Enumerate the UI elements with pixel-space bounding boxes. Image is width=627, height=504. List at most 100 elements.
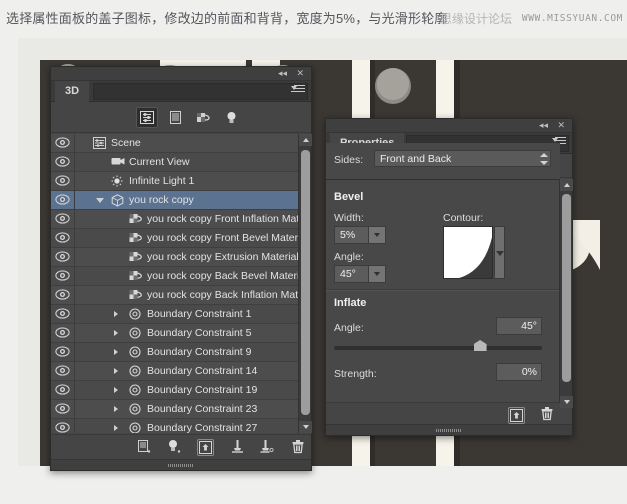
panel-properties-topbar: ◂◂ ✕	[326, 119, 572, 133]
constraint-icon	[129, 308, 141, 320]
scene-list-row[interactable]: you rock copy	[51, 191, 311, 210]
eye-icon[interactable]	[55, 422, 70, 433]
eye-icon[interactable]	[55, 194, 70, 207]
constraint-icon	[129, 403, 141, 415]
panel-resize-grip[interactable]	[51, 459, 311, 470]
scroll-thumb[interactable]	[562, 194, 571, 382]
disclosure-triangle-icon[interactable]	[114, 368, 118, 374]
eye-icon[interactable]	[55, 251, 70, 264]
panel-3d: ◂◂ ✕ 3D	[50, 66, 312, 471]
disclosure-triangle-icon[interactable]	[96, 198, 104, 203]
scene-list-row[interactable]: Boundary Constraint 5	[51, 324, 311, 343]
sides-stepper-icon[interactable]	[539, 153, 548, 165]
eye-icon[interactable]	[55, 232, 70, 245]
close-icon[interactable]: ✕	[557, 120, 565, 132]
add-mesh-button[interactable]	[137, 439, 151, 454]
eye-icon[interactable]	[55, 365, 70, 378]
eye-icon[interactable]	[55, 346, 70, 359]
material-icon	[129, 270, 142, 282]
scroll-down-button[interactable]	[560, 396, 573, 408]
scene-list-row[interactable]: you rock copy Back Bevel Material	[51, 267, 311, 286]
eye-icon[interactable]	[55, 403, 70, 416]
scene-list-row[interactable]: Boundary Constraint 27	[51, 419, 311, 433]
scene-list-row[interactable]: Boundary Constraint 9	[51, 343, 311, 362]
disclosure-triangle-icon[interactable]	[114, 425, 118, 431]
eye-icon[interactable]	[55, 213, 70, 226]
add-material-button[interactable]	[197, 439, 214, 456]
scene-list-row[interactable]: Current View	[51, 153, 311, 172]
inflate-strength-field[interactable]: 0%	[496, 363, 542, 381]
scene-list-row[interactable]: you rock copy Back Inflation Material	[51, 286, 311, 305]
tab-3d[interactable]: 3D	[55, 81, 89, 102]
delete-button[interactable]	[291, 439, 305, 454]
filter-all-button[interactable]	[260, 439, 274, 454]
scene-list-row[interactable]: Boundary Constraint 14	[51, 362, 311, 381]
eye-icon[interactable]	[55, 289, 70, 302]
scene-list-row[interactable]: Infinite Light 1	[51, 172, 311, 191]
eye-icon[interactable]	[55, 175, 70, 188]
bevel-angle-dropdown-icon[interactable]	[368, 266, 385, 282]
disclosure-triangle-icon[interactable]	[114, 311, 118, 317]
list-scrollbar[interactable]	[298, 134, 311, 433]
constraint-icon	[129, 346, 141, 358]
close-icon[interactable]: ✕	[296, 68, 304, 80]
constraint-icon	[129, 327, 141, 339]
eye-icon[interactable]	[55, 308, 70, 321]
lights-icon[interactable]	[220, 107, 242, 128]
bevel-angle-field[interactable]: 45°	[334, 265, 386, 283]
panel-resize-grip[interactable]	[326, 424, 572, 435]
scene-list-row[interactable]: Boundary Constraint 19	[51, 381, 311, 400]
panel-properties-body: Bevel Width: 5% Angle: 45° Contour:	[326, 179, 560, 408]
eye-icon[interactable]	[55, 327, 70, 340]
scene-list-row[interactable]: Boundary Constraint 23	[51, 400, 311, 419]
scene-list-row[interactable]: you rock copy Front Inflation Material	[51, 210, 311, 229]
eye-icon[interactable]	[55, 156, 70, 169]
render-button[interactable]	[508, 407, 525, 424]
sides-select[interactable]: Front and Back	[374, 150, 551, 167]
contour-dropdown-scroll[interactable]	[494, 226, 505, 279]
inflate-angle-field[interactable]: 45°	[496, 317, 542, 335]
properties-scrollbar[interactable]	[559, 179, 572, 408]
eye-icon[interactable]	[55, 137, 70, 150]
inflate-angle-slider-knob[interactable]	[474, 340, 487, 351]
column-divider	[74, 362, 75, 381]
add-light-button[interactable]	[167, 439, 181, 454]
scene-list-row-label: you rock copy Back Bevel Material	[147, 267, 307, 286]
scene-list-row-label: Scene	[111, 134, 141, 153]
panel-properties-footer	[326, 402, 560, 424]
column-divider	[74, 153, 75, 172]
disclosure-triangle-icon[interactable]	[114, 387, 118, 393]
bevel-angle-label: Angle:	[334, 251, 364, 263]
screenshot-root: 选择属性面板的盖子图标，修改边的前面和背背，宽度为5%，与光滑形轮廓 思缘设计论…	[0, 0, 627, 504]
eye-icon[interactable]	[55, 384, 70, 397]
disclosure-triangle-icon[interactable]	[114, 349, 118, 355]
panel-menu-icon[interactable]	[291, 85, 305, 97]
contour-preview[interactable]	[443, 226, 493, 279]
delete-button[interactable]	[540, 406, 554, 421]
scene-list-row[interactable]: you rock copy Extrusion Material	[51, 248, 311, 267]
scroll-thumb[interactable]	[301, 150, 310, 415]
scroll-down-button[interactable]	[299, 421, 312, 433]
mesh-icon[interactable]	[164, 107, 186, 128]
collapse-icon[interactable]: ◂◂	[539, 120, 548, 132]
scene-icon[interactable]	[136, 107, 158, 128]
bevel-width-field[interactable]: 5%	[334, 226, 386, 244]
eye-icon[interactable]	[55, 270, 70, 283]
scene-list-row[interactable]: Boundary Constraint 1	[51, 305, 311, 324]
collapse-icon[interactable]: ◂◂	[278, 68, 287, 80]
bevel-width-dropdown-icon[interactable]	[368, 227, 385, 243]
scroll-up-button[interactable]	[299, 134, 312, 146]
disclosure-triangle-icon[interactable]	[114, 330, 118, 336]
scene-list-row[interactable]: you rock copy Front Bevel Material	[51, 229, 311, 248]
column-divider	[74, 267, 75, 286]
bevel-width-label: Width:	[334, 212, 364, 224]
panel-properties: ◂◂ ✕ Properties	[325, 118, 573, 436]
materials-icon[interactable]	[192, 107, 214, 128]
watermark-url: WWW.MISSYUAN.COM	[522, 13, 623, 24]
scene-list-row[interactable]: Scene	[51, 134, 311, 153]
scroll-up-button[interactable]	[560, 179, 573, 191]
inflate-angle-slider[interactable]	[334, 346, 542, 350]
filter-button[interactable]	[231, 439, 244, 454]
inflate-strength-value: 0%	[497, 364, 537, 381]
disclosure-triangle-icon[interactable]	[114, 406, 118, 412]
